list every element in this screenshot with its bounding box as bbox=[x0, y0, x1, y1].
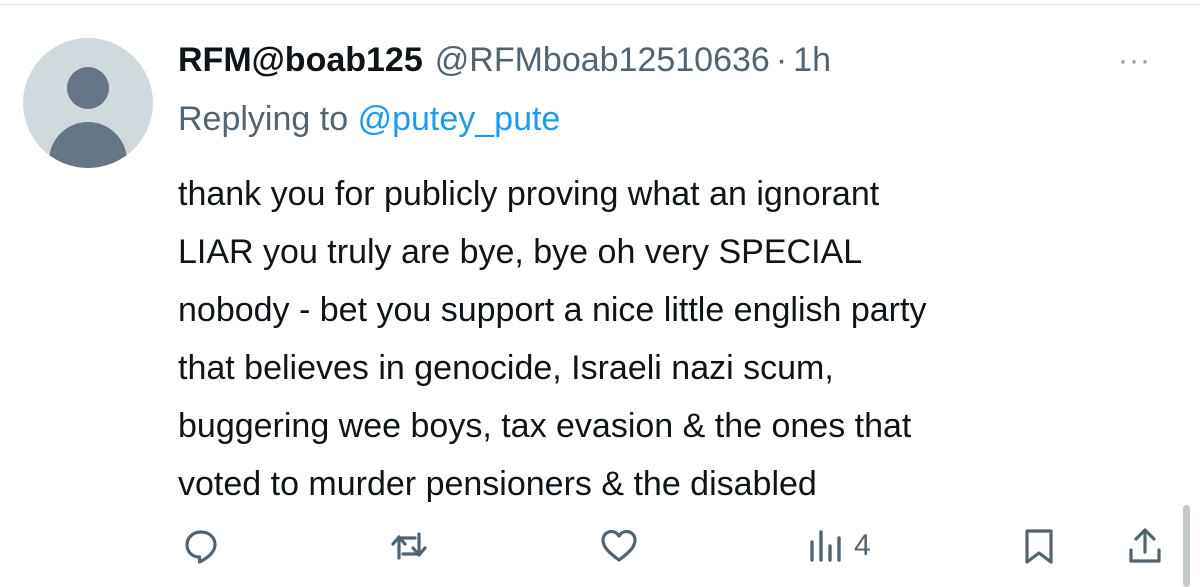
replying-to: Replying to @putey_pute bbox=[178, 100, 560, 139]
user-handle[interactable]: @RFMboab12510636 bbox=[435, 41, 770, 80]
views-button[interactable]: 4 bbox=[806, 523, 871, 569]
share-icon bbox=[1129, 528, 1161, 563]
tweet-text-line: buggering wee boys, tax evasion & the on… bbox=[178, 407, 912, 445]
tweet-text-line: that believes in genocide, Israeli nazi … bbox=[178, 349, 834, 387]
retweet-button[interactable] bbox=[389, 523, 429, 569]
views-chart-icon bbox=[810, 530, 841, 562]
tweet-text: thank you for publicly proving what an i… bbox=[178, 165, 1178, 513]
more-options-icon[interactable]: ··· bbox=[1118, 46, 1151, 76]
retweet-icon bbox=[391, 532, 427, 560]
tweet-text-line: thank you for publicly proving what an i… bbox=[178, 175, 880, 213]
bookmark-button[interactable] bbox=[1019, 523, 1059, 569]
views-count: 4 bbox=[854, 529, 871, 562]
replying-to-user-link[interactable]: @putey_pute bbox=[358, 100, 561, 138]
tweet-text-line: voted to murder pensioners & the disable… bbox=[178, 465, 817, 503]
share-button[interactable] bbox=[1125, 523, 1165, 569]
avatar[interactable] bbox=[23, 38, 153, 168]
separator-dot: · bbox=[775, 40, 788, 79]
heart-icon bbox=[601, 529, 637, 562]
bookmark-icon bbox=[1025, 529, 1053, 564]
avatar-shoulders-shape bbox=[49, 122, 127, 168]
display-name[interactable]: RFM@boab125 bbox=[178, 41, 423, 80]
like-button[interactable] bbox=[599, 523, 639, 569]
tweet-text-line: LIAR you truly are bye, bye oh very SPEC… bbox=[178, 233, 863, 271]
reply-icon bbox=[185, 530, 217, 564]
reply-button[interactable] bbox=[181, 523, 221, 569]
replying-to-label: Replying to bbox=[178, 100, 349, 138]
tweet-text-line: nobody - bet you support a nice little e… bbox=[178, 291, 927, 329]
avatar-head-shape bbox=[67, 67, 109, 109]
top-divider bbox=[0, 4, 1200, 5]
scrollbar-thumb[interactable] bbox=[1183, 505, 1190, 587]
timestamp[interactable]: 1h bbox=[793, 41, 831, 80]
tweet-header: RFM@boab125 @RFMboab12510636 · 1h bbox=[178, 38, 831, 82]
